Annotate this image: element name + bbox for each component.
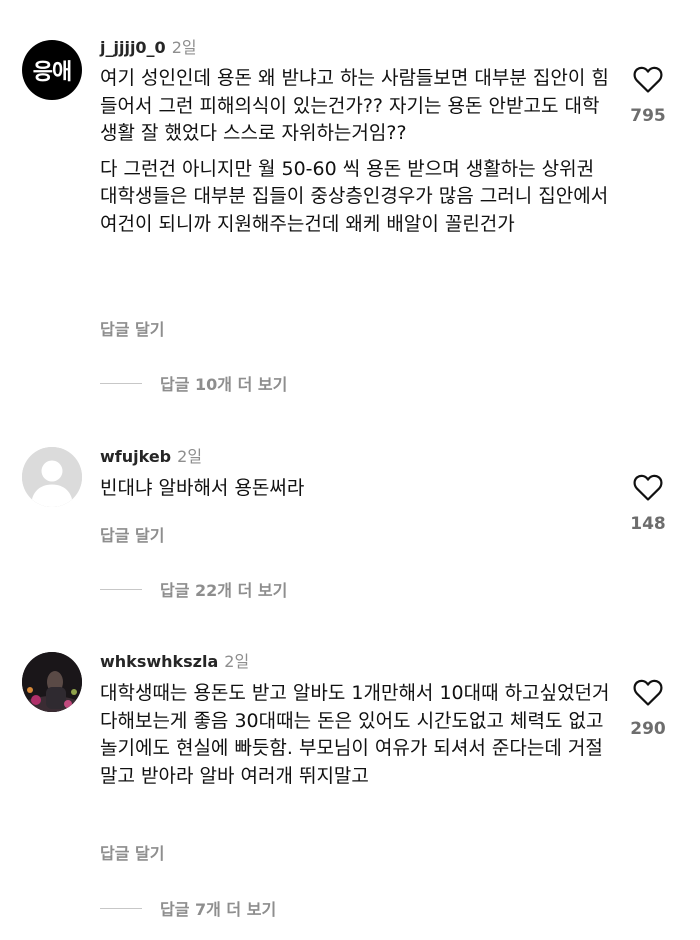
comment-paragraph: 다 그런건 아니지만 월 50-60 씩 용돈 받으며 생활하는 상위권 대학생… (100, 157, 609, 235)
comment-text: 대학생때는 용돈도 받고 알바도 1개만해서 10대때 하고싶었던거 다해보는게… (100, 680, 610, 790)
username[interactable]: whkswhkszla (100, 652, 218, 671)
heart-outline-icon[interactable] (632, 472, 664, 502)
avatar-text: 응애 (32, 60, 72, 85)
comment-meta: j_jjjj0_0 2일 (100, 37, 197, 59)
like-area: 290 (620, 677, 676, 739)
timestamp: 2일 (171, 38, 197, 57)
view-replies-label: 답글 7개 더 보기 (160, 900, 277, 919)
like-count: 795 (630, 106, 666, 126)
username[interactable]: wfujkeb (100, 447, 171, 466)
avatar[interactable] (22, 447, 82, 507)
comment-meta: whkswhkszla 2일 (100, 651, 249, 673)
comment-text: 여기 성인인데 용돈 왜 받냐고 하는 사람들보면 대부분 집안이 힘들어서 그… (100, 65, 610, 238)
divider-line (100, 382, 142, 384)
reply-button[interactable]: 답글 달기 (100, 840, 164, 864)
avatar[interactable] (22, 652, 82, 712)
like-area: 148 (620, 472, 676, 534)
comment-text: 빈대냐 알바해서 용돈써라 (100, 475, 610, 503)
view-replies-button[interactable]: 답글 10개 더 보기 (100, 371, 287, 395)
view-replies-label: 답글 22개 더 보기 (160, 581, 288, 600)
view-replies-label: 답글 10개 더 보기 (160, 375, 288, 394)
avatar[interactable]: 응애 (22, 40, 82, 100)
reply-button[interactable]: 답글 달기 (100, 316, 164, 340)
divider-line (100, 588, 142, 590)
heart-outline-icon[interactable] (632, 677, 664, 707)
comment-paragraph: 여기 성인인데 용돈 왜 받냐고 하는 사람들보면 대부분 집안이 힘들어서 그… (100, 67, 609, 144)
default-profile-icon (22, 447, 82, 507)
comment-paragraph: 대학생때는 용돈도 받고 알바도 1개만해서 10대때 하고싶었던거 다해보는게… (100, 682, 610, 787)
timestamp: 2일 (224, 652, 250, 671)
profile-photo (22, 652, 82, 712)
like-area: 795 (620, 64, 676, 126)
view-replies-button[interactable]: 답글 22개 더 보기 (100, 577, 287, 601)
view-replies-button[interactable]: 답글 7개 더 보기 (100, 896, 276, 920)
username[interactable]: j_jjjj0_0 (100, 38, 166, 57)
divider-line (100, 907, 142, 909)
heart-outline-icon[interactable] (632, 64, 664, 94)
like-count: 290 (630, 719, 666, 739)
like-count: 148 (630, 514, 666, 534)
comment-paragraph: 빈대냐 알바해서 용돈써라 (100, 477, 305, 499)
reply-button[interactable]: 답글 달기 (100, 522, 164, 546)
timestamp: 2일 (177, 447, 203, 466)
comment-meta: wfujkeb 2일 (100, 446, 202, 468)
